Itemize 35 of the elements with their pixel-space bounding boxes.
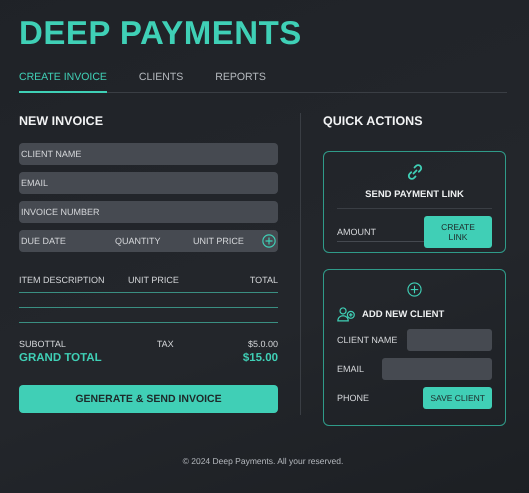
field-label: EMAIL (337, 364, 364, 374)
footer-text: © 2024 Deep Payments. All your reserved. (182, 456, 344, 466)
add-icon[interactable] (407, 282, 422, 297)
column-header: UNIT PRICE (128, 275, 180, 285)
create-link-button[interactable]: CREATE LINK (424, 216, 492, 248)
tab[interactable]: REPORTS (215, 64, 266, 93)
field-label: CLIENT NAME (337, 335, 398, 345)
user-add-icon (337, 306, 356, 322)
input-field[interactable] (382, 358, 492, 380)
input-field[interactable]: UNIT PRICE (193, 236, 259, 246)
input-field[interactable]: CLIENT NAME (19, 143, 278, 165)
column-header: ITEM DESCRIPTION (19, 275, 106, 285)
input-field[interactable]: EMAIL (19, 172, 278, 194)
input-field[interactable]: INVOICE NUMBER (19, 201, 278, 223)
grand-total-label: GRAND TOTAL (19, 352, 102, 364)
save-client-button[interactable]: SAVE CLIENT (423, 387, 492, 409)
line-item-field[interactable]: DUE DATE QUANTITY UNIT PRICE (19, 230, 278, 252)
tax-label: TAX (156, 339, 174, 349)
card-title: ADD NEW CLIENT (362, 308, 444, 320)
generate-invoice-button[interactable]: GENERATE & SEND INVOICE (19, 385, 278, 413)
section-heading: NEW INVOICE (19, 113, 104, 129)
grand-total-value: $15.00 (242, 352, 278, 364)
tab[interactable]: CLIENTS (138, 64, 184, 93)
subtotal-label: SUBOTTAL (19, 339, 66, 349)
subtotal-value: $5.0.00 (248, 339, 278, 349)
input-field[interactable] (407, 329, 492, 351)
app-title: DEEP PAYMENTS (19, 13, 303, 53)
card-title: SEND PAYMENT LINK (365, 189, 464, 200)
input-field[interactable]: QUANTITY (115, 236, 193, 246)
column-header: TOTAL (250, 275, 278, 285)
tab[interactable]: CREATE INVOICE (19, 64, 107, 93)
section-heading: QUICK ACTIONS (323, 113, 424, 129)
add-icon[interactable] (262, 234, 276, 248)
input-field[interactable]: DUE DATE (21, 236, 115, 246)
field-label: PHONE (337, 393, 370, 403)
